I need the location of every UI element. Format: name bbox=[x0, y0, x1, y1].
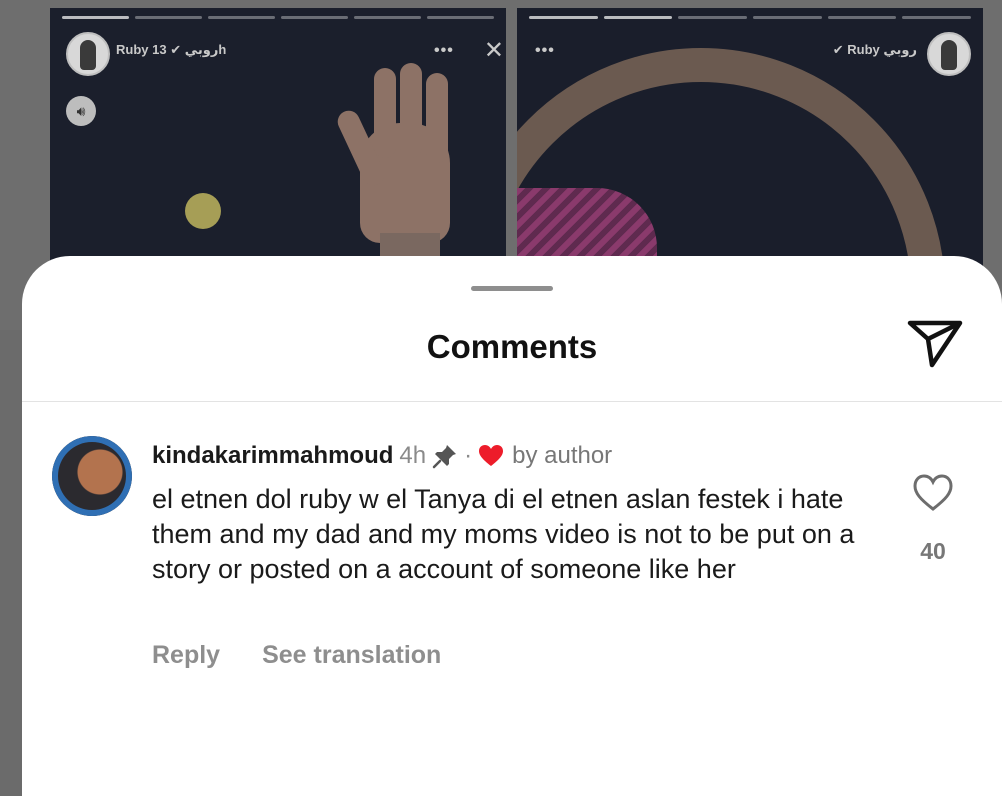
see-translation-button[interactable]: See translation bbox=[262, 641, 441, 670]
verified-icon: ✔︎ bbox=[170, 42, 182, 57]
comment-text: el etnen dol ruby w el Tanya di el etnen… bbox=[152, 484, 855, 584]
verified-icon: ✔︎ bbox=[832, 42, 844, 57]
story-progress-bars bbox=[62, 16, 494, 19]
story-avatar[interactable] bbox=[66, 32, 110, 76]
send-icon[interactable] bbox=[906, 319, 964, 369]
sheet-title: Comments bbox=[426, 328, 598, 365]
comment-username[interactable]: kindakarimmahmoud bbox=[152, 442, 393, 470]
comment-actions: Reply See translation bbox=[152, 641, 441, 670]
story-ball-shape bbox=[185, 193, 221, 229]
commenter-avatar[interactable] bbox=[52, 436, 132, 516]
like-count: 40 bbox=[920, 538, 946, 564]
heart-filled-icon bbox=[479, 445, 504, 466]
sound-icon[interactable]: 🔊︎ bbox=[66, 96, 96, 126]
close-icon[interactable]: ✕ bbox=[484, 36, 504, 65]
reply-button[interactable]: Reply bbox=[152, 641, 220, 670]
story-user-meta[interactable]: ✔︎ Ruby روبي bbox=[833, 42, 917, 58]
story-user-meta[interactable]: Ruby روبي ✔︎ 13h bbox=[116, 42, 226, 58]
story-more-icon[interactable]: ••• bbox=[535, 42, 555, 60]
story-hand-shape bbox=[334, 63, 470, 273]
comment-separator: · bbox=[464, 442, 473, 469]
story-username: Ruby روبي bbox=[847, 42, 917, 57]
story-username: Ruby روبي bbox=[116, 42, 219, 57]
comment-header: kindakarimmahmoud 4h · by author bbox=[152, 442, 612, 470]
story-more-icon[interactable]: ••• bbox=[434, 42, 454, 60]
pin-icon bbox=[432, 445, 457, 469]
story-avatar[interactable] bbox=[927, 32, 971, 76]
sheet-drag-handle[interactable] bbox=[471, 286, 553, 291]
heart-outline-icon[interactable] bbox=[912, 473, 954, 513]
story-progress-bars bbox=[529, 16, 972, 19]
header-divider bbox=[22, 401, 1002, 402]
by-author-label: by author bbox=[512, 442, 613, 469]
comments-sheet: Comments kindakarimmahmoud 4h · by autho… bbox=[22, 256, 1002, 796]
comment-time: 4h bbox=[399, 442, 427, 469]
